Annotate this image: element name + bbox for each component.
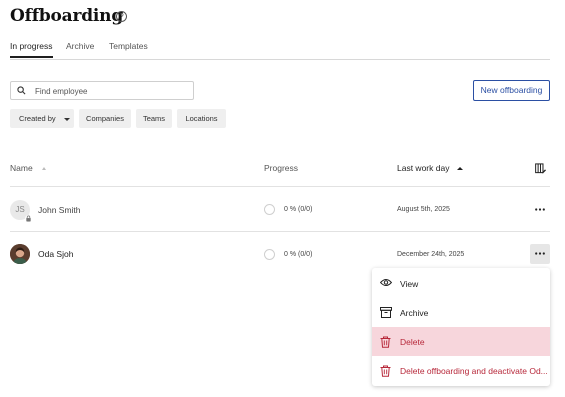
new-offboarding-button[interactable]: New offboarding bbox=[473, 80, 550, 101]
filter-companies[interactable]: Companies bbox=[79, 109, 131, 128]
column-header-last-work-day[interactable]: Last work day bbox=[397, 163, 464, 173]
column-settings-icon[interactable] bbox=[535, 163, 546, 174]
sort-ascending-icon bbox=[457, 167, 464, 171]
lock-icon bbox=[25, 215, 32, 222]
progress-value: 0 % (0/0) bbox=[284, 206, 313, 213]
row-actions-button[interactable] bbox=[530, 200, 550, 220]
menu-item-label: View bbox=[400, 279, 419, 289]
avatar-photo bbox=[10, 244, 30, 264]
more-horizontal-icon bbox=[535, 252, 545, 255]
avatar bbox=[10, 244, 30, 264]
column-header-name[interactable]: Name bbox=[10, 163, 46, 173]
row-actions-menu: View Archive Delete Delete offboarding a… bbox=[372, 268, 550, 386]
last-work-day: December 24th, 2025 bbox=[397, 251, 465, 258]
avatar: JS bbox=[10, 200, 32, 222]
column-name-label: Name bbox=[10, 163, 33, 173]
menu-item-delete-and-deactivate[interactable]: Delete offboarding and deactivate Od... bbox=[372, 356, 550, 385]
search-input[interactable] bbox=[35, 84, 185, 98]
eye-icon bbox=[380, 279, 392, 286]
filter-teams[interactable]: Teams bbox=[136, 109, 172, 128]
column-header-progress[interactable]: Progress bbox=[264, 163, 298, 173]
progress-ring-icon bbox=[264, 204, 275, 215]
more-horizontal-icon bbox=[535, 208, 545, 211]
filter-created-by-label: Created by bbox=[19, 114, 56, 123]
progress-ring-icon bbox=[264, 249, 275, 260]
menu-item-label: Delete bbox=[400, 337, 425, 347]
tab-templates[interactable]: Templates bbox=[109, 41, 148, 51]
progress-value: 0 % (0/0) bbox=[284, 251, 313, 258]
archive-icon bbox=[380, 307, 392, 318]
filter-created-by[interactable]: Created by bbox=[10, 109, 74, 128]
column-last-work-day-label: Last work day bbox=[397, 163, 450, 173]
sort-arrow-icon bbox=[41, 167, 46, 171]
search-icon bbox=[17, 86, 26, 95]
tab-archive[interactable]: Archive bbox=[66, 41, 94, 51]
last-work-day: August 5th, 2025 bbox=[397, 206, 450, 213]
menu-item-archive[interactable]: Archive bbox=[372, 298, 550, 327]
row-actions-button[interactable] bbox=[530, 244, 550, 264]
employee-name[interactable]: John Smith bbox=[38, 205, 81, 215]
menu-item-label: Delete offboarding and deactivate Od... bbox=[400, 366, 548, 376]
trash-icon bbox=[380, 365, 391, 377]
table-row[interactable]: JS John Smith 0 % (0/0) August 5th, 2025 bbox=[10, 187, 550, 231]
avatar-initials: JS bbox=[15, 205, 25, 214]
tab-in-progress[interactable]: In progress bbox=[10, 41, 53, 58]
employee-name[interactable]: Oda Sjoh bbox=[38, 249, 73, 259]
menu-item-label: Archive bbox=[400, 308, 429, 318]
page-title: Offboarding bbox=[10, 6, 124, 26]
menu-item-view[interactable]: View bbox=[372, 269, 550, 298]
search-box bbox=[10, 81, 194, 100]
question-circle-icon[interactable]: ? bbox=[116, 11, 127, 22]
trash-icon bbox=[380, 336, 391, 348]
tab-bar: In progress Archive Templates bbox=[10, 41, 550, 60]
chevron-down-icon bbox=[63, 117, 70, 121]
filter-locations[interactable]: Locations bbox=[177, 109, 226, 128]
menu-item-delete[interactable]: Delete bbox=[372, 327, 550, 356]
